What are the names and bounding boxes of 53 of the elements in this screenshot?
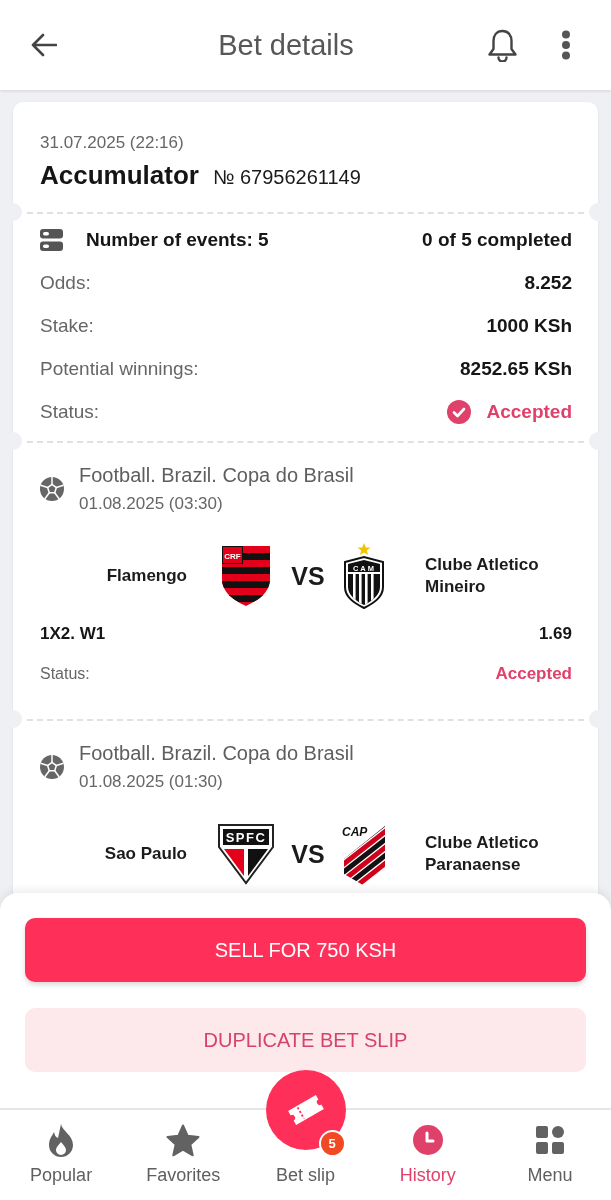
status-label: Status: xyxy=(40,665,90,683)
page-title: Bet details xyxy=(217,28,355,62)
status-value: Accepted xyxy=(486,400,572,423)
row-value: 8.252 xyxy=(524,271,572,294)
crest-letters: CRF xyxy=(224,551,241,561)
pointed-shield-icon xyxy=(218,824,274,885)
team-name: Clube Atletico Paranaense xyxy=(425,832,540,876)
flame-icon xyxy=(47,1122,76,1158)
nav-tab[interactable]: Menu xyxy=(488,1123,611,1186)
row-value: 1000 KSh xyxy=(486,314,572,337)
star-shield-icon xyxy=(344,543,384,609)
market-name: 1X2. W1 xyxy=(40,624,106,644)
versus-label: VS xyxy=(291,839,325,869)
nav-tab[interactable]: Popular xyxy=(0,1123,123,1186)
odds-value: 1.69 xyxy=(538,624,572,644)
nav-tab[interactable]: History xyxy=(366,1123,489,1186)
status-value: Accepted xyxy=(495,664,572,684)
stacked-toggles-icon xyxy=(40,228,63,251)
row-label: Odds: xyxy=(40,271,91,294)
team-name: Flamengo xyxy=(106,566,188,586)
team-name: Sao Paulo xyxy=(104,844,188,864)
event-date: 01.08.2025 (01:30) xyxy=(79,771,224,793)
soccer-ball-icon xyxy=(40,477,64,501)
events-count: Number of events: 5 xyxy=(86,228,269,251)
league-name: Football. Brazil. Copa do Brasil xyxy=(79,463,354,487)
back-arrow-icon[interactable] xyxy=(31,33,57,57)
striped-shield-icon xyxy=(222,546,270,606)
row-label: Status: xyxy=(40,400,100,423)
bet-type: Accumulator xyxy=(40,160,199,190)
event-date: 01.08.2025 (03:30) xyxy=(79,493,224,515)
row-value: 8252.65 KSh xyxy=(460,357,572,380)
crest-letters: CAP xyxy=(342,825,368,839)
completed-count: 0 of 5 completed xyxy=(422,228,572,251)
nav-tab[interactable]: 5 Bet slip xyxy=(244,1070,367,1186)
versus-label: VS xyxy=(291,561,325,591)
row-label: Potential winnings: xyxy=(40,357,199,380)
star-icon xyxy=(166,1123,201,1157)
row-label: Stake: xyxy=(40,314,94,337)
bet-number: № 67956261149 xyxy=(212,166,361,189)
bell-icon[interactable] xyxy=(487,28,518,62)
clock-icon xyxy=(412,1125,443,1155)
league-name: Football. Brazil. Copa do Brasil xyxy=(79,741,354,765)
check-circle-icon xyxy=(447,399,472,424)
nav-tab[interactable]: Favorites xyxy=(122,1123,245,1186)
bet-date: 31.07.2025 (22:16) xyxy=(40,133,185,153)
more-options-icon[interactable] xyxy=(561,30,571,60)
soccer-ball-icon xyxy=(40,755,64,779)
team-name: Clube Atletico Mineiro xyxy=(425,554,540,598)
crest-letters: SPFC xyxy=(225,830,267,845)
count-badge: 5 xyxy=(318,1130,346,1157)
sell-button[interactable]: SELL FOR 750 KSH xyxy=(25,918,586,982)
duplicate-button[interactable]: DUPLICATE BET SLIP xyxy=(25,1008,586,1072)
grid-menu-icon xyxy=(535,1126,564,1154)
